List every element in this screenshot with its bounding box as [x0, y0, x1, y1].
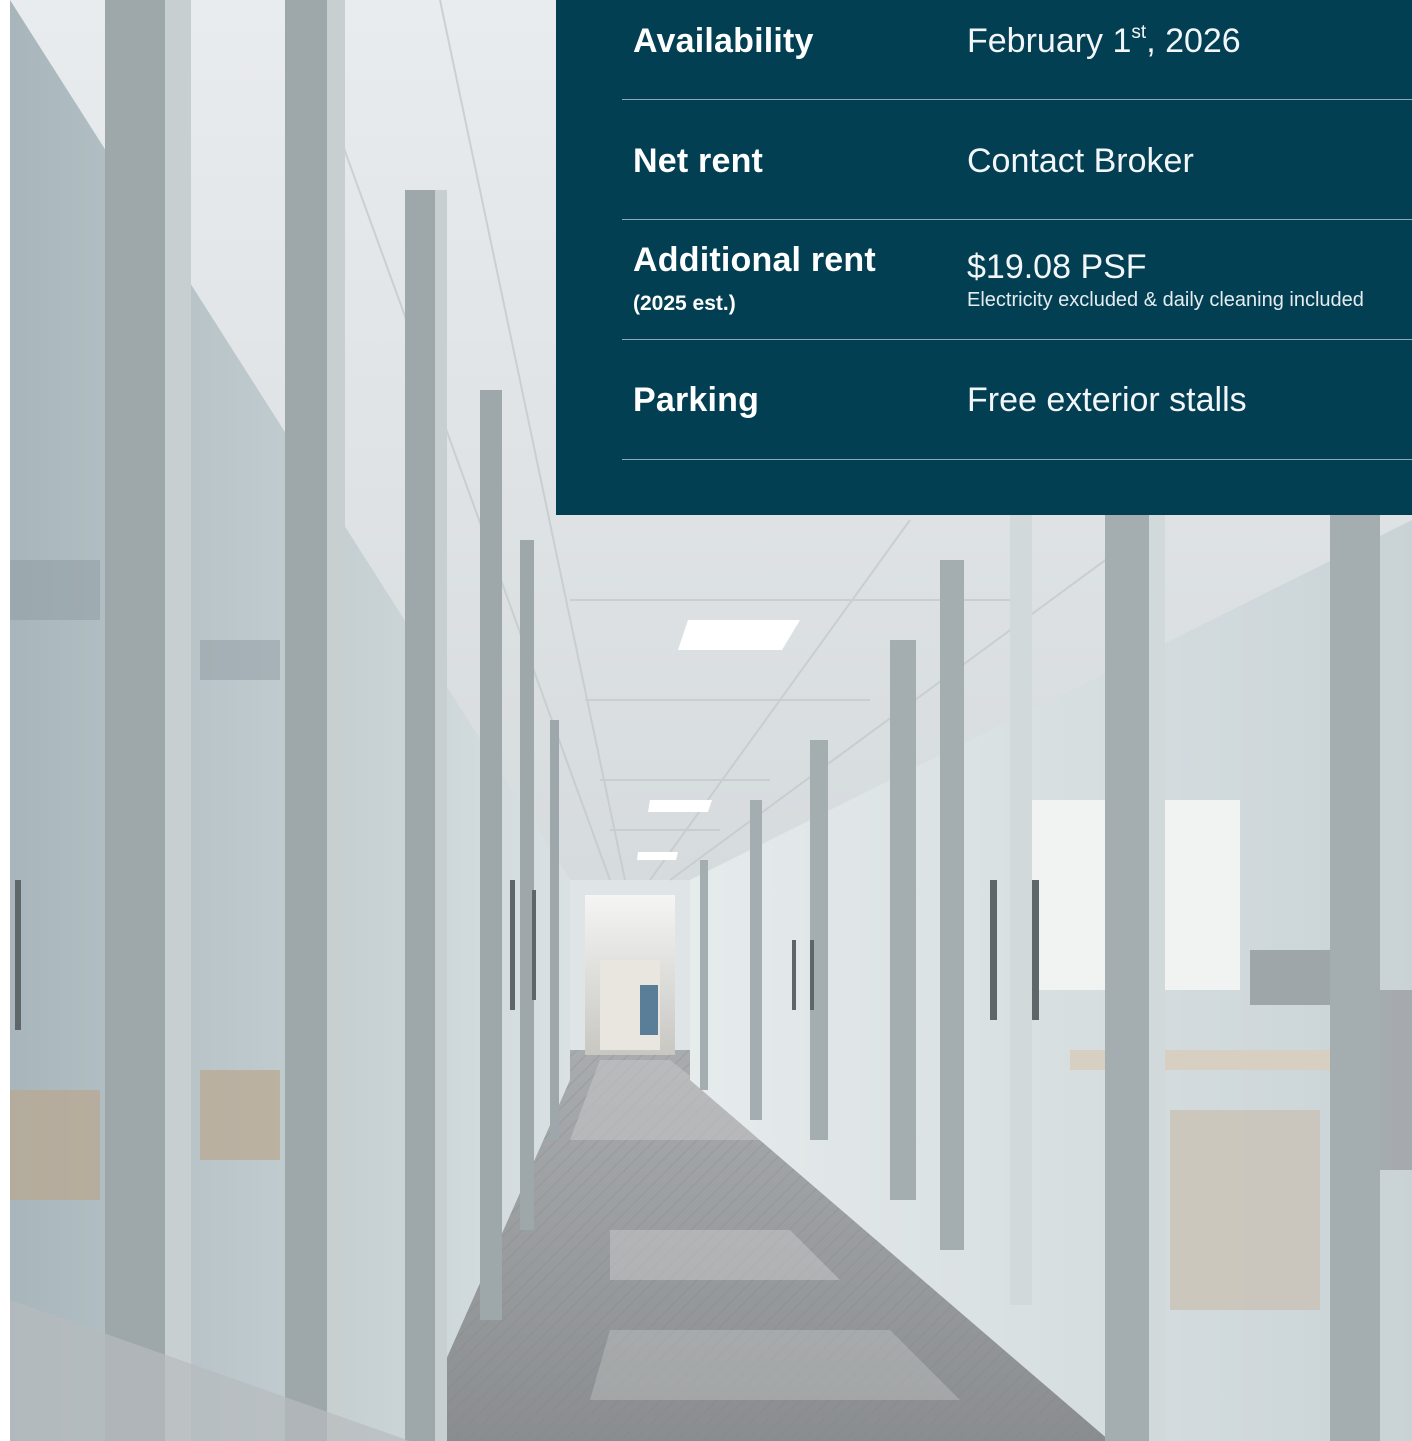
- detail-value: February 1st, 2026: [967, 22, 1241, 60]
- detail-note: Electricity excluded & daily cleaning in…: [967, 289, 1364, 311]
- detail-value: $19.08 PSF: [967, 248, 1147, 286]
- property-details-panel: Availability February 1st, 2026 Net rent…: [556, 0, 1412, 515]
- detail-row-additional-rent: Additional rent (2025 est.) $19.08 PSF E…: [622, 220, 1412, 340]
- detail-label: Net rent: [633, 142, 764, 180]
- detail-row-net-rent: Net rent Contact Broker: [622, 100, 1412, 220]
- detail-value: Contact Broker: [967, 142, 1194, 180]
- detail-row-parking: Parking Free exterior stalls: [622, 340, 1412, 460]
- detail-sublabel: (2025 est.): [633, 292, 736, 315]
- detail-value: Free exterior stalls: [967, 381, 1247, 419]
- detail-label: Parking: [633, 381, 760, 419]
- listing-page: Availability February 1st, 2026 Net rent…: [0, 0, 1412, 1441]
- detail-row-availability: Availability February 1st, 2026: [622, 0, 1412, 100]
- detail-label: Additional rent: [633, 241, 876, 279]
- detail-label: Availability: [633, 22, 814, 60]
